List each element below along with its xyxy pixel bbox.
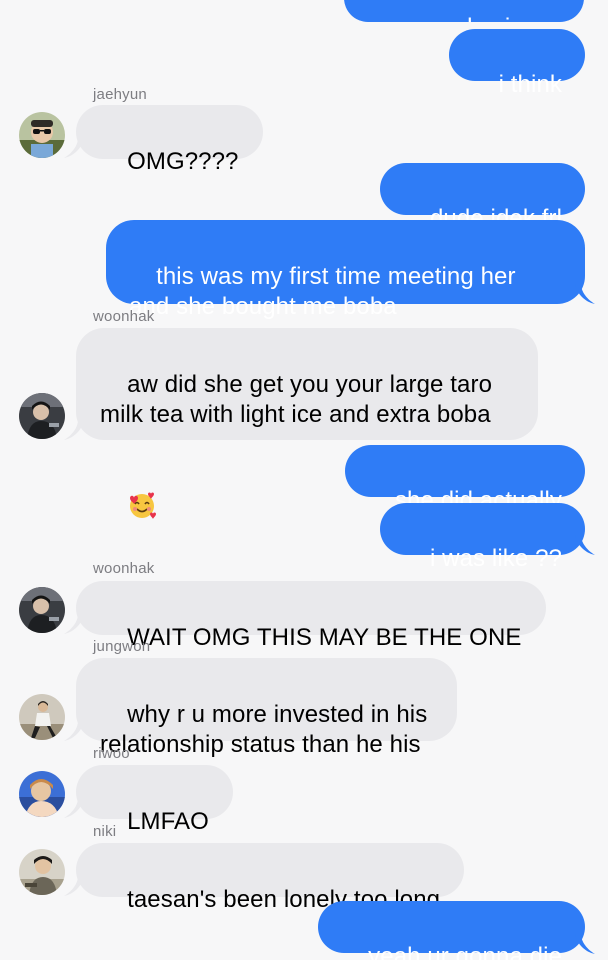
message-bubble-incoming[interactable]: OMG???? (76, 105, 263, 175)
message-text: yeah ur gonna die (368, 943, 562, 960)
message-bubble-incoming[interactable]: taesan's been lonely too long (76, 843, 465, 913)
sender-name: riwoo (93, 745, 130, 762)
message-bubble-outgoing[interactable]: this was my first time meeting her and s… (106, 220, 585, 320)
sender-name: woonhak (93, 308, 155, 325)
message-bubble-outgoing[interactable]: i was like ?? (379, 503, 585, 572)
smiling-face-with-hearts-icon (127, 430, 157, 519)
message-text: aw did she get you your large taro milk … (100, 371, 499, 428)
message-bubble-outgoing[interactable]: i think (448, 29, 585, 98)
message-bubble-incoming[interactable]: LMFAO (76, 765, 233, 835)
message-bubble-incoming[interactable]: WAIT OMG THIS MAY BE THE ONE (76, 581, 546, 651)
message-text: why r u more invested in his relationshi… (100, 701, 435, 758)
confused-face-icon (133, 914, 163, 944)
message-thread: plus i was kidding i think jaehyun OMG??… (0, 0, 608, 960)
message-text: plus i was kidding (454, 14, 567, 22)
niki-avatar[interactable] (19, 849, 65, 895)
bubble-tail (575, 934, 595, 954)
message-text: WAIT OMG THIS MAY BE THE ONE (127, 624, 522, 651)
message-bubble-outgoing[interactable]: dude idek frl (379, 163, 585, 232)
riwoo-avatar[interactable] (19, 771, 65, 817)
message-bubble-outgoing[interactable]: yeah ur gonna die (318, 901, 585, 960)
message-bubble-incoming[interactable]: aw did she get you your large taro milk … (76, 328, 538, 519)
sender-name: jungwon (93, 638, 151, 655)
message-text: OMG???? (127, 148, 239, 175)
message-text: this was my first time meeting her and s… (129, 263, 523, 320)
message-bubble-incoming[interactable]: why r u more invested in his relationshi… (76, 658, 457, 758)
sender-name: jaehyun (93, 86, 147, 103)
bubble-tail (575, 535, 595, 555)
sender-name: woonhak (93, 560, 155, 577)
sender-name: niki (93, 823, 117, 840)
message-text: LMFAO (127, 808, 209, 835)
woonhak-avatar[interactable] (19, 393, 65, 439)
message-bubble-outgoing[interactable]: plus i was kidding (344, 0, 584, 22)
jungwon-avatar[interactable] (19, 694, 65, 740)
message-text: i was like ?? (429, 545, 562, 572)
message-bubble-outgoing[interactable]: she did actually (344, 445, 585, 514)
jaehyun-avatar[interactable] (19, 112, 65, 158)
bubble-tail (575, 284, 595, 304)
message-text: i think (498, 71, 562, 98)
woonhak-avatar[interactable] (19, 587, 65, 633)
